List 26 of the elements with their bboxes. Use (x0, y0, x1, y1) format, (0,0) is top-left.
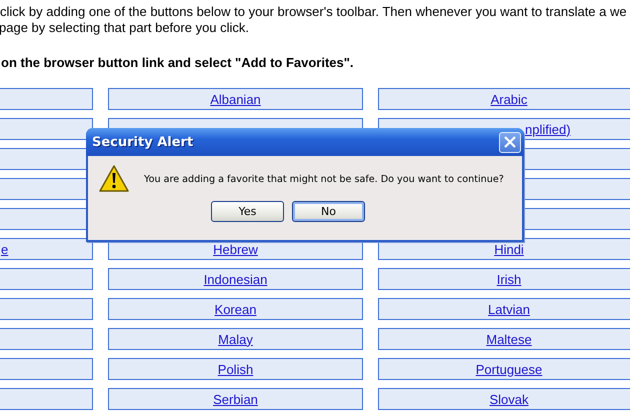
language-link[interactable]: Malay (218, 332, 253, 346)
close-icon (503, 135, 517, 149)
language-link[interactable]: Albanian (210, 92, 261, 106)
language-link[interactable]: Slovak (489, 392, 529, 406)
dialog-title: Security Alert (92, 134, 194, 150)
intro-text: page by selecting that part before you click. (0, 20, 250, 36)
dialog-message: You are adding a favorite that might not be safe. Do you want to continue? (144, 174, 504, 184)
dialog-button[interactable]: No (292, 201, 365, 222)
language-link[interactable]: Hindi (494, 242, 524, 256)
language-link[interactable]: Arabic (490, 92, 528, 106)
language-link[interactable]: Maltese (486, 332, 532, 346)
close-button[interactable] (499, 132, 521, 152)
dialog-button[interactable]: Yes (211, 201, 284, 222)
language-link[interactable]: Latvian (488, 302, 530, 316)
language-link[interactable]: Hebrew (213, 242, 258, 256)
language-link[interactable]: Korean (214, 302, 256, 316)
instruction-text: on the browser button link and select "Add to Favorites". (1, 55, 355, 71)
language-link[interactable]: e (1, 242, 8, 256)
warning-icon (98, 164, 130, 194)
language-link[interactable]: nplified) (525, 122, 571, 136)
language-link[interactable]: Indonesian (204, 272, 268, 286)
language-link[interactable]: Portuguese (476, 362, 542, 376)
language-link[interactable]: Serbian (213, 392, 258, 406)
intro-text: click by adding one of the buttons below to your browser's toolbar. Then whenever you want to translate a we (0, 4, 628, 20)
language-link[interactable]: Polish (218, 362, 254, 376)
language-link[interactable]: Irish (496, 272, 522, 286)
